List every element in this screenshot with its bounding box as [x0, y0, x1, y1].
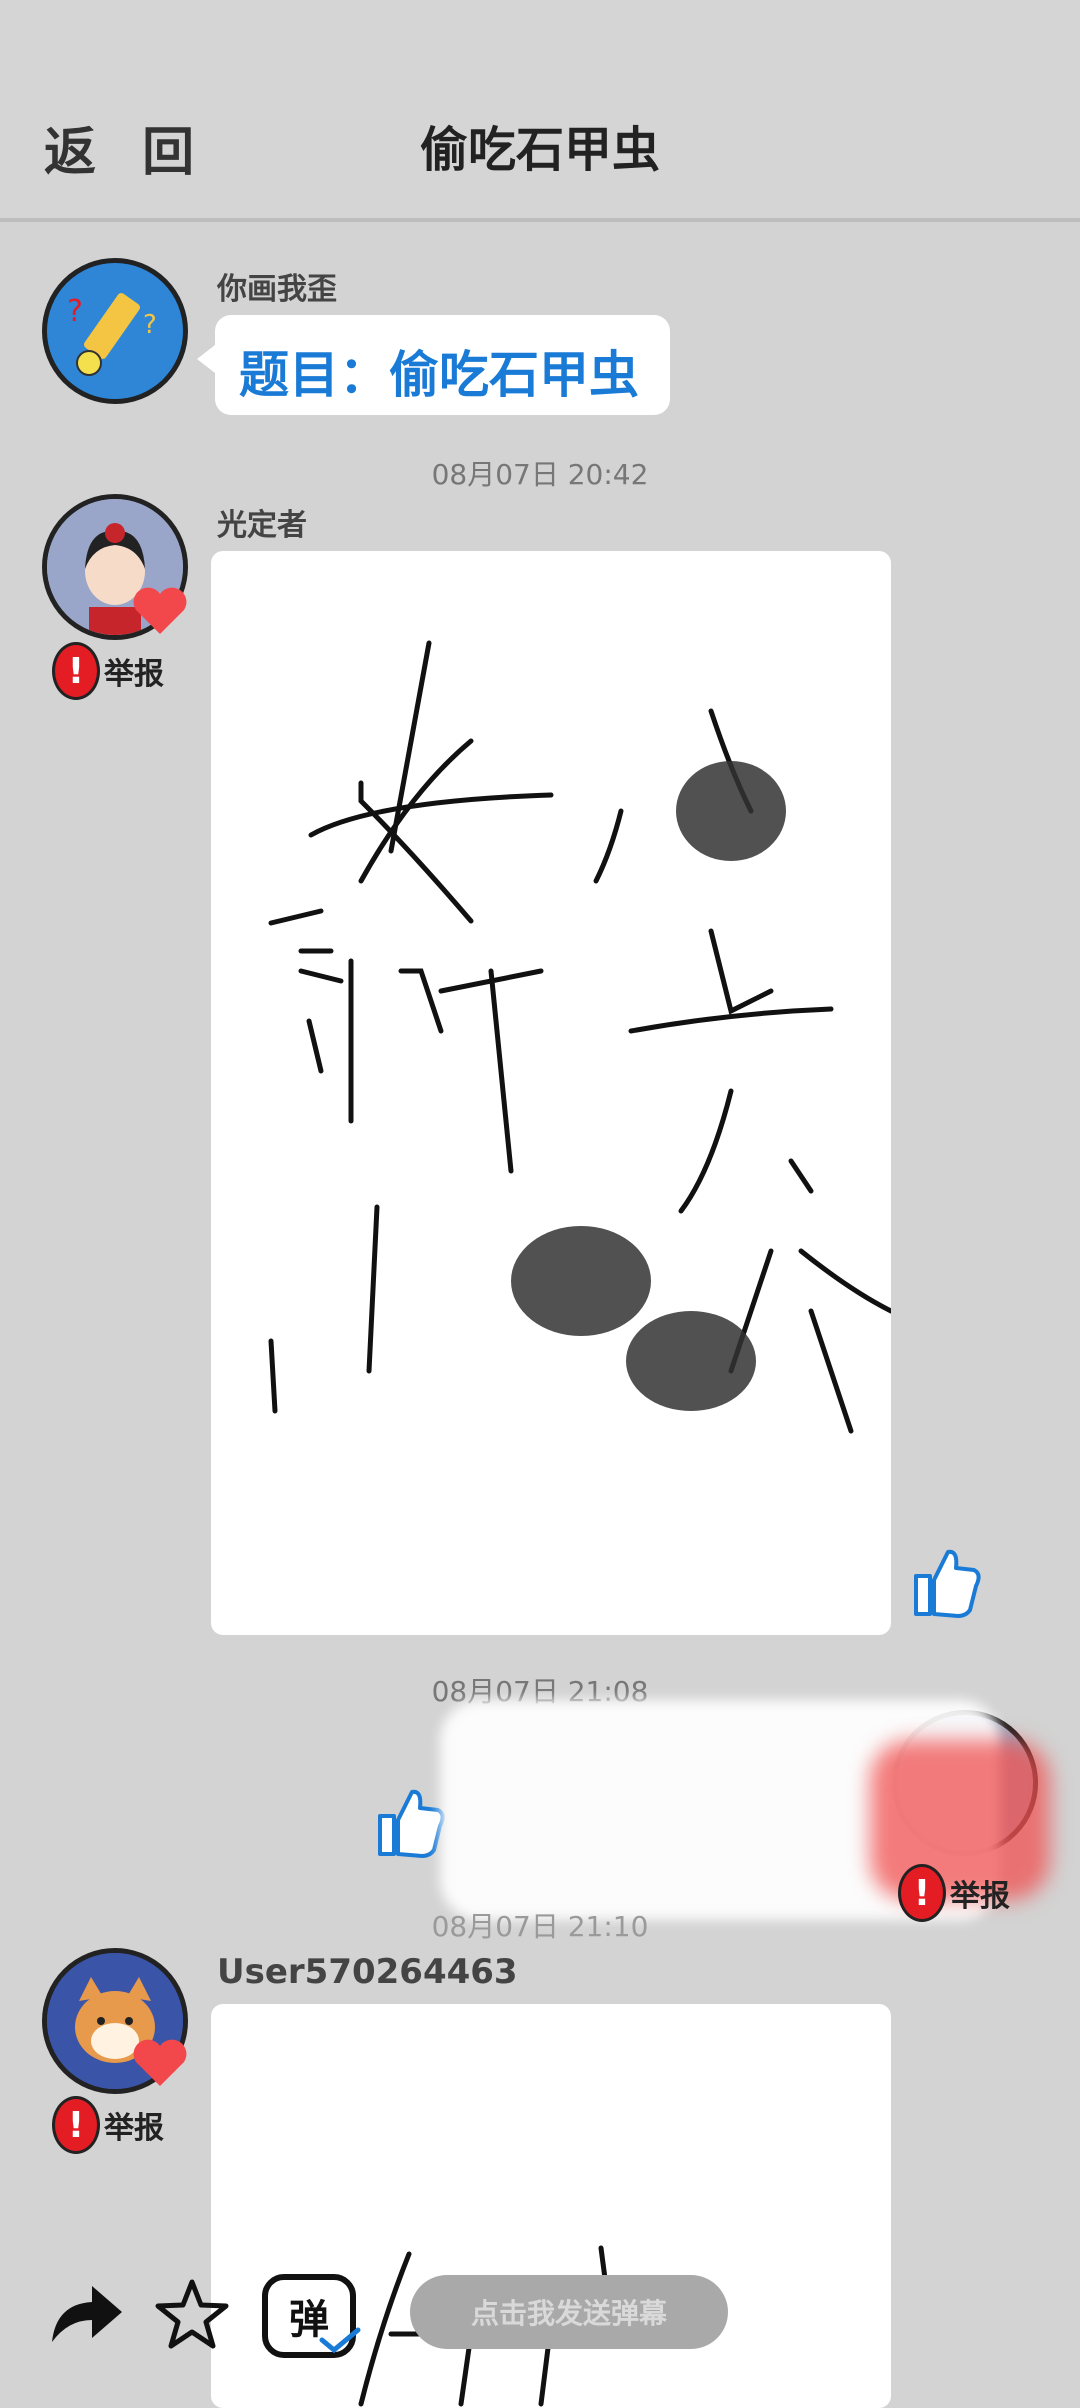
share-icon[interactable]	[46, 2280, 126, 2350]
star-icon[interactable]	[154, 2276, 230, 2352]
heart-icon[interactable]	[132, 586, 188, 636]
drawing-card[interactable]	[211, 551, 891, 1635]
thumbs-up-icon[interactable]	[368, 1780, 448, 1860]
report-button[interactable]: ! 举报	[52, 2096, 164, 2154]
sender-name: User570264463	[217, 1952, 518, 1992]
report-label: 举报	[104, 2111, 164, 2146]
svg-text:?: ?	[143, 310, 157, 340]
thumbs-up-icon[interactable]	[904, 1540, 984, 1620]
alert-icon: !	[52, 642, 100, 700]
svg-text:?: ?	[67, 294, 83, 329]
topic-bubble: 题目：偷吃石甲虫	[197, 315, 670, 415]
topic-text: 题目：偷吃石甲虫	[239, 346, 639, 404]
pencil-icon: ? ?	[47, 263, 183, 399]
timestamp: 08月07日 20:42	[431, 458, 649, 491]
check-icon	[319, 2327, 361, 2354]
report-label: 举报	[104, 657, 164, 692]
report-button[interactable]: ! 举报	[52, 642, 164, 700]
game-bot-avatar[interactable]: ? ?	[42, 258, 188, 404]
sender-name: 你画我歪	[217, 272, 337, 307]
send-danmaku-button[interactable]: 点击我发送弹幕	[410, 2275, 728, 2349]
sender-name: 光定者	[217, 508, 307, 543]
page-title: 偷吃石甲虫	[419, 122, 660, 178]
alert-icon: !	[52, 2096, 100, 2154]
header: 返 回 偷吃石甲虫	[0, 0, 1080, 222]
timestamp: 08月07日 21:10	[431, 1910, 649, 1943]
drawing-canvas	[268, 640, 891, 1434]
heart-icon[interactable]	[132, 2038, 188, 2088]
